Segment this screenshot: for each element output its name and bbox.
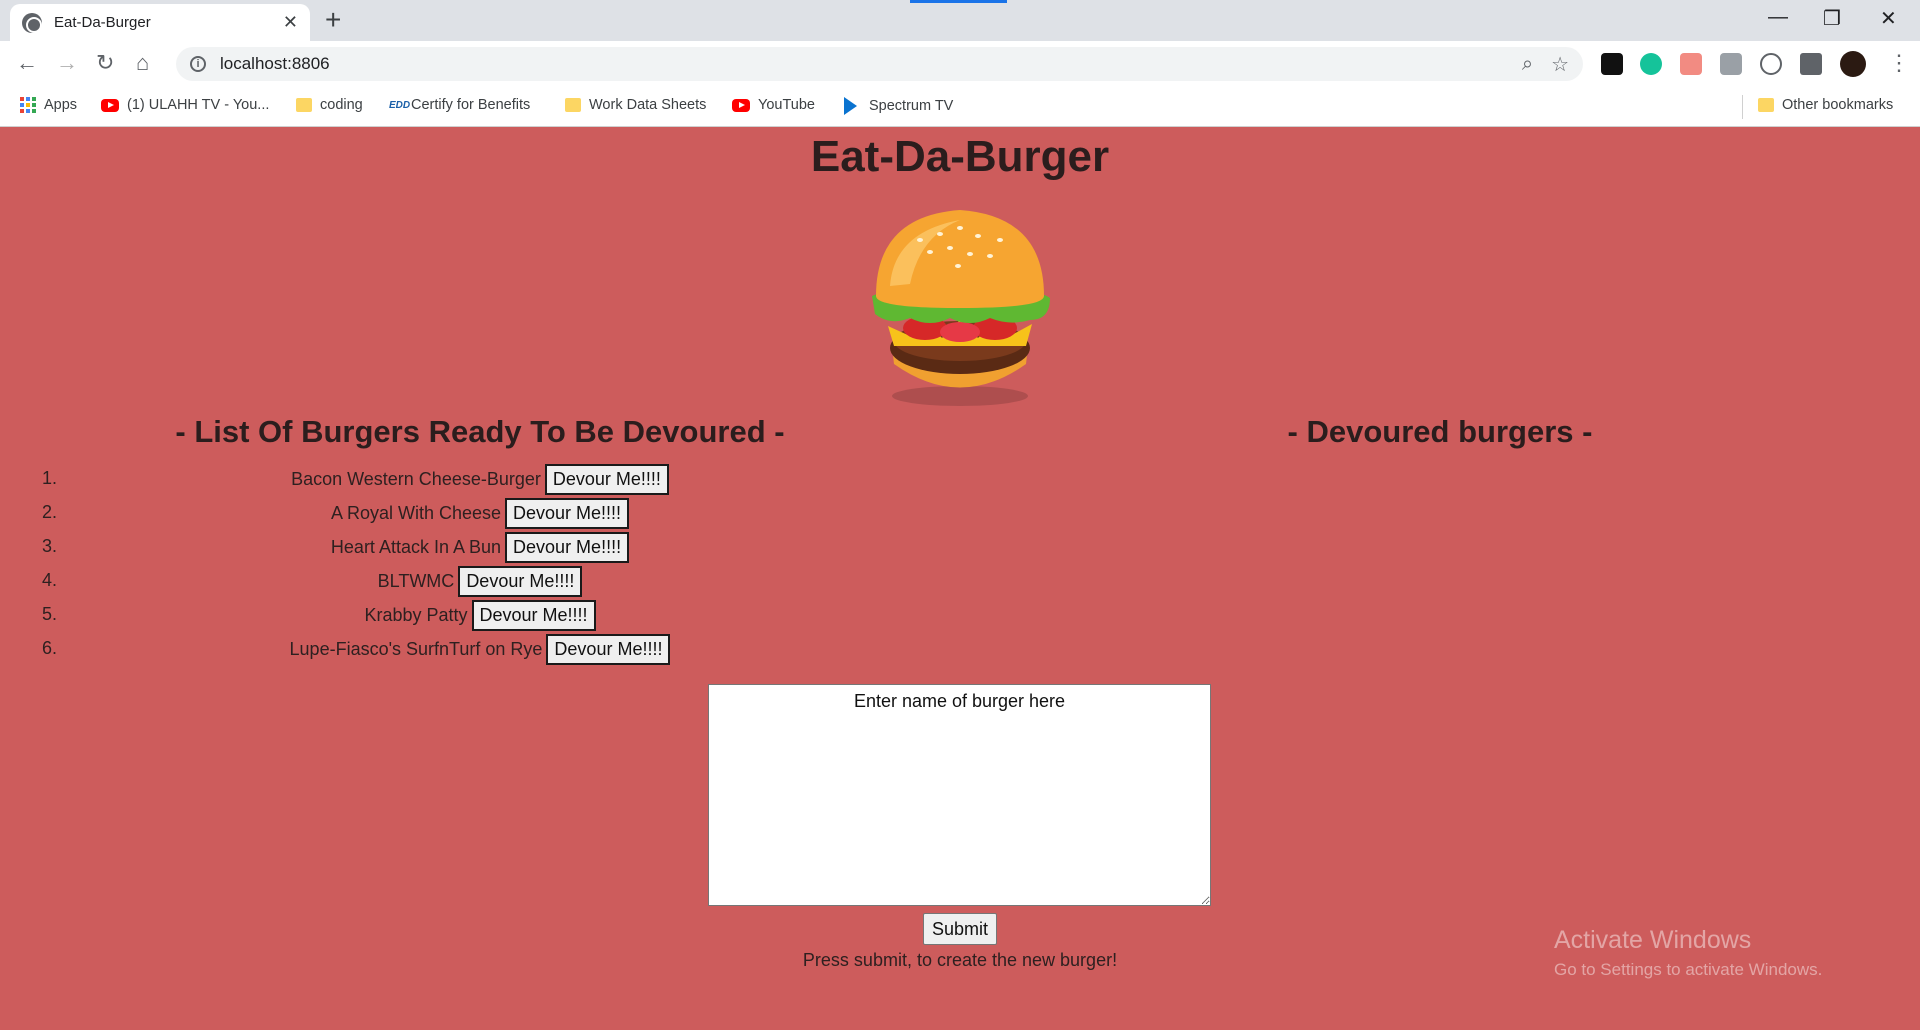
devour-button[interactable]: Devour Me!!!!: [458, 565, 583, 597]
extension-badge-icon[interactable]: [1680, 53, 1702, 75]
apps-grid-icon: [20, 97, 36, 113]
page-content: Eat-Da-Burger - List Of Burgers Ready To…: [0, 128, 1920, 1030]
window-close-icon[interactable]: ✕: [1880, 6, 1897, 31]
burger-name: Bacon Western Cheese-Burger: [291, 468, 541, 489]
bookmark-label: (1) ULAHH TV - You...: [127, 97, 270, 113]
page-title: Eat-Da-Burger: [810, 132, 1110, 181]
list-item: 4. BLTWMC Devour Me!!!!: [0, 564, 960, 598]
youtube-icon: [101, 98, 119, 112]
bookmark-star-icon[interactable]: ☆: [1551, 52, 1569, 77]
url-text: localhost:8806: [220, 54, 330, 73]
activate-windows-subtitle: Go to Settings to activate Windows.: [1554, 960, 1823, 979]
tab-strip: Eat-Da-Burger ✕ + — ❐ ✕: [0, 0, 1920, 41]
extension-bolt-icon[interactable]: [1601, 53, 1623, 75]
restore-icon[interactable]: ❐: [1823, 6, 1841, 31]
devour-button[interactable]: Devour Me!!!!: [505, 531, 630, 563]
list-item: 2. A Royal With Cheese Devour Me!!!!: [0, 496, 960, 530]
devoured-burgers-heading: - Devoured burgers -: [1287, 414, 1593, 449]
zoom-icon[interactable]: ⌕: [1522, 53, 1533, 76]
menu-kebab-icon[interactable]: ⋮: [1888, 51, 1910, 75]
forward-icon[interactable]: →: [56, 51, 78, 75]
activate-windows-title: Activate Windows: [1554, 926, 1752, 954]
bookmarks-divider: [1742, 95, 1743, 119]
devour-button[interactable]: Devour Me!!!!: [544, 463, 669, 495]
extension-circle-icon[interactable]: [1760, 53, 1782, 75]
browser-toolbar: ← → ↻ ⌂ i localhost:8806 ⌕ ☆ ⋮: [0, 41, 1920, 87]
site-info-icon[interactable]: i: [190, 56, 206, 72]
spectrum-icon: [844, 97, 857, 115]
burger-image: [872, 210, 1050, 406]
globe-icon: [22, 12, 42, 33]
tab-title: Eat-Da-Burger: [54, 14, 151, 31]
list-item: 3. Heart Attack In A Bun Devour Me!!!!: [0, 530, 960, 564]
list-number: 2.: [42, 502, 58, 522]
profile-avatar[interactable]: [1840, 51, 1866, 77]
bookmarks-bar: Apps (1) ULAHH TV - You... coding EDD Ce…: [0, 87, 1920, 127]
list-number: 3.: [42, 536, 58, 556]
burger-name: Lupe-Fiasco's SurfnTurf on Rye: [289, 638, 543, 659]
folder-icon: [1758, 98, 1774, 112]
bookmark-label: Apps: [44, 97, 78, 113]
grammarly-icon[interactable]: [1640, 53, 1662, 75]
bookmark-coding[interactable]: coding: [296, 97, 363, 113]
back-icon[interactable]: ←: [16, 51, 38, 75]
bookmark-other-bookmarks[interactable]: Other bookmarks: [1758, 97, 1893, 113]
bookmark-label: Spectrum TV: [869, 98, 954, 114]
bookmark-label: coding: [320, 97, 363, 113]
reload-icon[interactable]: ↻: [96, 51, 114, 75]
extensions-puzzle-icon[interactable]: [1800, 53, 1822, 75]
bookmark-youtube[interactable]: YouTube: [732, 97, 815, 113]
bookmark-label: Work Data Sheets: [589, 97, 707, 113]
folder-icon: [296, 98, 312, 112]
edd-icon: EDD: [389, 99, 411, 111]
bookmark-spectrum-tv[interactable]: Spectrum TV: [844, 97, 953, 115]
burger-name: Heart Attack In A Bun: [330, 536, 502, 557]
bookmark-certify-benefits[interactable]: EDD Certify for Benefits: [389, 97, 530, 113]
bookmark-apps[interactable]: Apps: [20, 97, 77, 113]
list-item: 6. Lupe-Fiasco's SurfnTurf on Rye Devour…: [0, 632, 960, 666]
youtube-icon: [732, 98, 750, 112]
devour-button[interactable]: Devour Me!!!!: [471, 599, 596, 631]
address-bar[interactable]: i localhost:8806 ⌕ ☆: [176, 47, 1583, 81]
burger-name: BLTWMC: [377, 570, 455, 591]
bookmark-ulahh-tv[interactable]: (1) ULAHH TV - You...: [101, 97, 269, 113]
list-number: 1.: [42, 468, 58, 488]
tab-drag-indicator: [910, 0, 1007, 3]
bookmark-label: YouTube: [758, 97, 815, 113]
new-tab-icon[interactable]: +: [325, 6, 341, 34]
list-item: 5. Krabby Patty Devour Me!!!!: [0, 598, 960, 632]
ready-burgers-heading: - List Of Burgers Ready To Be Devoured -: [175, 414, 785, 449]
ready-burgers-list: 1. Bacon Western Cheese-Burger Devour Me…: [0, 462, 960, 666]
bookmark-label: Certify for Benefits: [411, 97, 531, 113]
devour-button[interactable]: Devour Me!!!!: [546, 633, 671, 665]
extension-translate-icon[interactable]: [1720, 53, 1742, 75]
submit-button[interactable]: Submit: [923, 913, 998, 945]
home-icon[interactable]: ⌂: [136, 51, 149, 75]
close-tab-icon[interactable]: ✕: [283, 12, 298, 33]
list-number: 4.: [42, 570, 58, 590]
browser-tab[interactable]: Eat-Da-Burger ✕: [10, 4, 310, 41]
list-item: 1. Bacon Western Cheese-Burger Devour Me…: [0, 462, 960, 496]
minimize-icon[interactable]: —: [1768, 6, 1788, 29]
bookmark-work-data-sheets[interactable]: Work Data Sheets: [565, 97, 706, 113]
bookmark-label: Other bookmarks: [1782, 97, 1894, 113]
devour-button[interactable]: Devour Me!!!!: [505, 497, 630, 529]
list-number: 6.: [42, 638, 58, 658]
list-number: 5.: [42, 604, 58, 624]
folder-icon: [565, 98, 581, 112]
burger-name-textarea[interactable]: [708, 684, 1211, 906]
burger-name: A Royal With Cheese: [330, 502, 502, 523]
burger-name: Krabby Patty: [364, 604, 468, 625]
